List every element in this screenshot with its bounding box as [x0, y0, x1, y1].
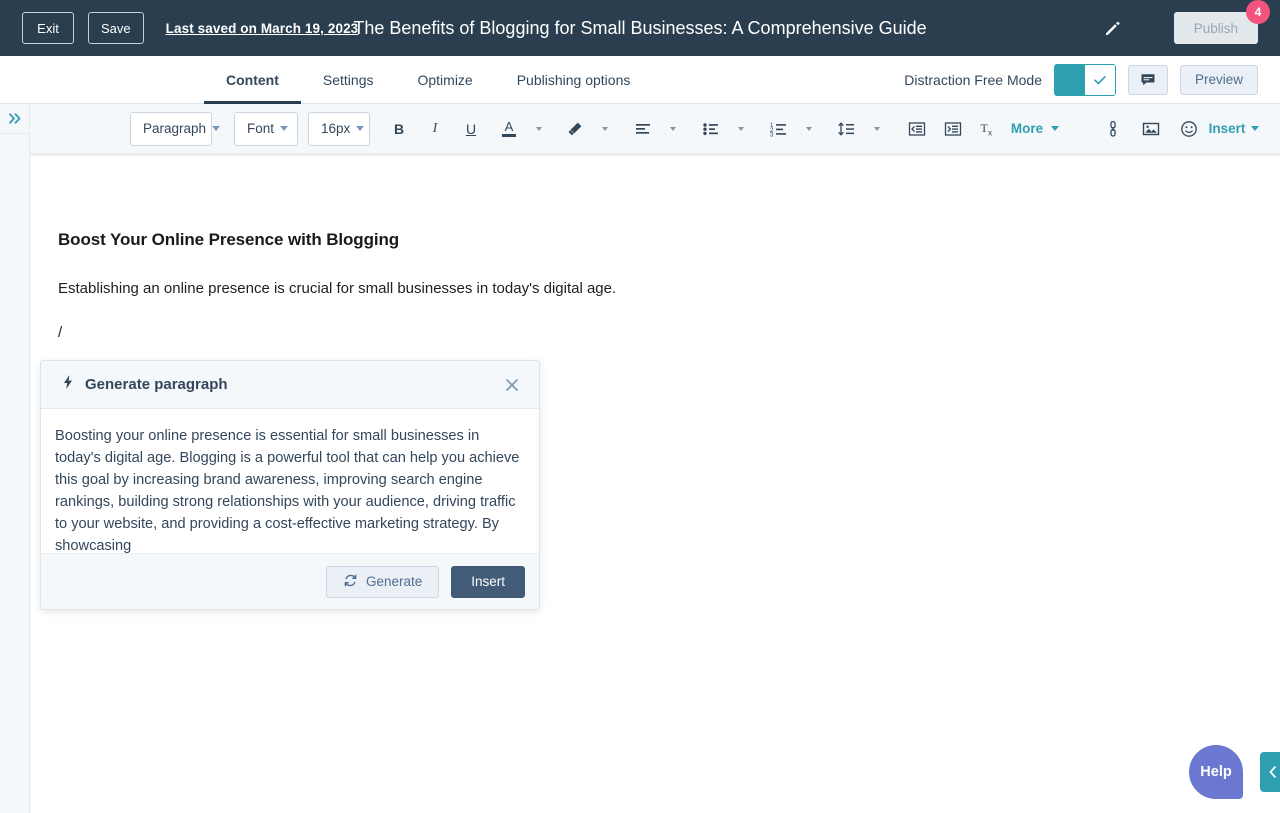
tab-bar: Content Settings Optimize Publishing opt… — [0, 56, 1280, 104]
distraction-free-mode-label: Distraction Free Mode — [904, 72, 1042, 88]
clear-formatting-icon[interactable]: T x — [976, 114, 1002, 144]
editor-toolbar: Paragraph Font 16px B I U A — [30, 104, 1280, 154]
double-chevron-right-icon[interactable] — [0, 104, 30, 134]
check-icon — [1093, 73, 1107, 87]
line-height-icon[interactable] — [834, 114, 860, 144]
insert-button[interactable]: Insert — [1214, 114, 1240, 144]
numbered-list-dropdown[interactable] — [796, 114, 822, 144]
more-button[interactable]: More — [1014, 114, 1040, 144]
emoji-icon[interactable] — [1176, 114, 1202, 144]
highlighter-icon[interactable] — [562, 114, 588, 144]
generated-text: Boosting your online presence is essenti… — [55, 425, 525, 553]
italic-button[interactable]: I — [422, 114, 448, 144]
align-left-icon[interactable] — [630, 114, 656, 144]
text-color-swatch — [502, 134, 516, 137]
svg-text:x: x — [988, 129, 992, 138]
help-button[interactable]: Help — [1189, 745, 1243, 799]
bold-button[interactable]: B — [386, 114, 412, 144]
popup-title: Generate paragraph — [85, 376, 228, 393]
save-button[interactable]: Save — [88, 12, 144, 44]
link-icon[interactable] — [1100, 114, 1126, 144]
text-color-button[interactable]: A — [496, 114, 522, 144]
paragraph-style-select[interactable]: Paragraph — [130, 112, 212, 146]
underline-button[interactable]: U — [458, 114, 484, 144]
bulleted-list-dropdown[interactable] — [728, 114, 754, 144]
preview-button[interactable]: Preview — [1180, 65, 1258, 95]
tab-settings[interactable]: Settings — [301, 56, 396, 104]
generate-paragraph-popup: Generate paragraph Boosting your online … — [40, 360, 540, 610]
top-bar: Exit Save Last saved on March 19, 2023 T… — [0, 0, 1280, 56]
publish-badge: 4 — [1246, 0, 1270, 24]
tab-list: Content Settings Optimize Publishing opt… — [204, 56, 652, 103]
outdent-icon[interactable] — [904, 114, 930, 144]
more-dropdown[interactable] — [1042, 114, 1068, 144]
chevron-down-icon — [356, 126, 364, 131]
chevron-down-icon — [212, 126, 220, 131]
bulleted-list-icon[interactable] — [698, 114, 724, 144]
indent-icon[interactable] — [940, 114, 966, 144]
lightning-bolt-icon — [61, 374, 75, 395]
toggle-knob — [1085, 65, 1115, 95]
tab-optimize[interactable]: Optimize — [395, 56, 494, 104]
last-saved-link[interactable]: Last saved on March 19, 2023 — [166, 21, 359, 36]
insert-dropdown[interactable] — [1242, 114, 1268, 144]
exit-button[interactable]: Exit — [22, 12, 74, 44]
publish-button-wrapper: Publish 4 — [1174, 12, 1258, 44]
generate-button-label: Generate — [366, 574, 422, 589]
insert-button[interactable]: Insert — [451, 566, 525, 598]
text-color-dropdown[interactable] — [526, 114, 552, 144]
font-family-value: Font — [247, 121, 274, 136]
popup-footer: Generate Insert — [41, 553, 539, 609]
chevron-down-icon — [280, 126, 288, 131]
chevron-left-icon[interactable] — [1260, 752, 1280, 792]
slash-command-text: / — [58, 324, 62, 341]
toggle-track-on — [1055, 65, 1085, 95]
document-heading: Boost Your Online Presence with Blogging — [58, 230, 399, 250]
publish-button[interactable]: Publish — [1174, 12, 1258, 44]
highlighter-dropdown[interactable] — [592, 114, 618, 144]
generate-button[interactable]: Generate — [326, 566, 439, 598]
tab-bar-actions: Distraction Free Mode Preview — [904, 56, 1280, 103]
image-icon[interactable] — [1138, 114, 1164, 144]
popup-body[interactable]: Boosting your online presence is essenti… — [41, 409, 539, 553]
refresh-icon — [343, 573, 358, 591]
font-family-select[interactable]: Font — [234, 112, 298, 146]
close-icon[interactable] — [499, 372, 525, 398]
distraction-free-mode-toggle[interactable] — [1054, 64, 1116, 96]
text-color-letter: A — [505, 120, 514, 133]
popup-header: Generate paragraph — [41, 361, 539, 409]
paragraph-style-value: Paragraph — [143, 121, 206, 136]
tab-content[interactable]: Content — [204, 56, 301, 104]
document-paragraph: Establishing an online presence is cruci… — [58, 280, 616, 297]
numbered-list-icon[interactable]: 1 2 3 — [766, 114, 792, 144]
tab-publishing-options[interactable]: Publishing options — [495, 56, 653, 104]
comment-icon[interactable] — [1128, 65, 1168, 95]
line-height-dropdown[interactable] — [864, 114, 890, 144]
pencil-icon[interactable] — [1103, 18, 1123, 38]
svg-text:3: 3 — [770, 132, 774, 136]
align-dropdown[interactable] — [660, 114, 686, 144]
font-size-value: 16px — [321, 121, 350, 136]
left-rail — [0, 104, 30, 813]
font-size-select[interactable]: 16px — [308, 112, 370, 146]
